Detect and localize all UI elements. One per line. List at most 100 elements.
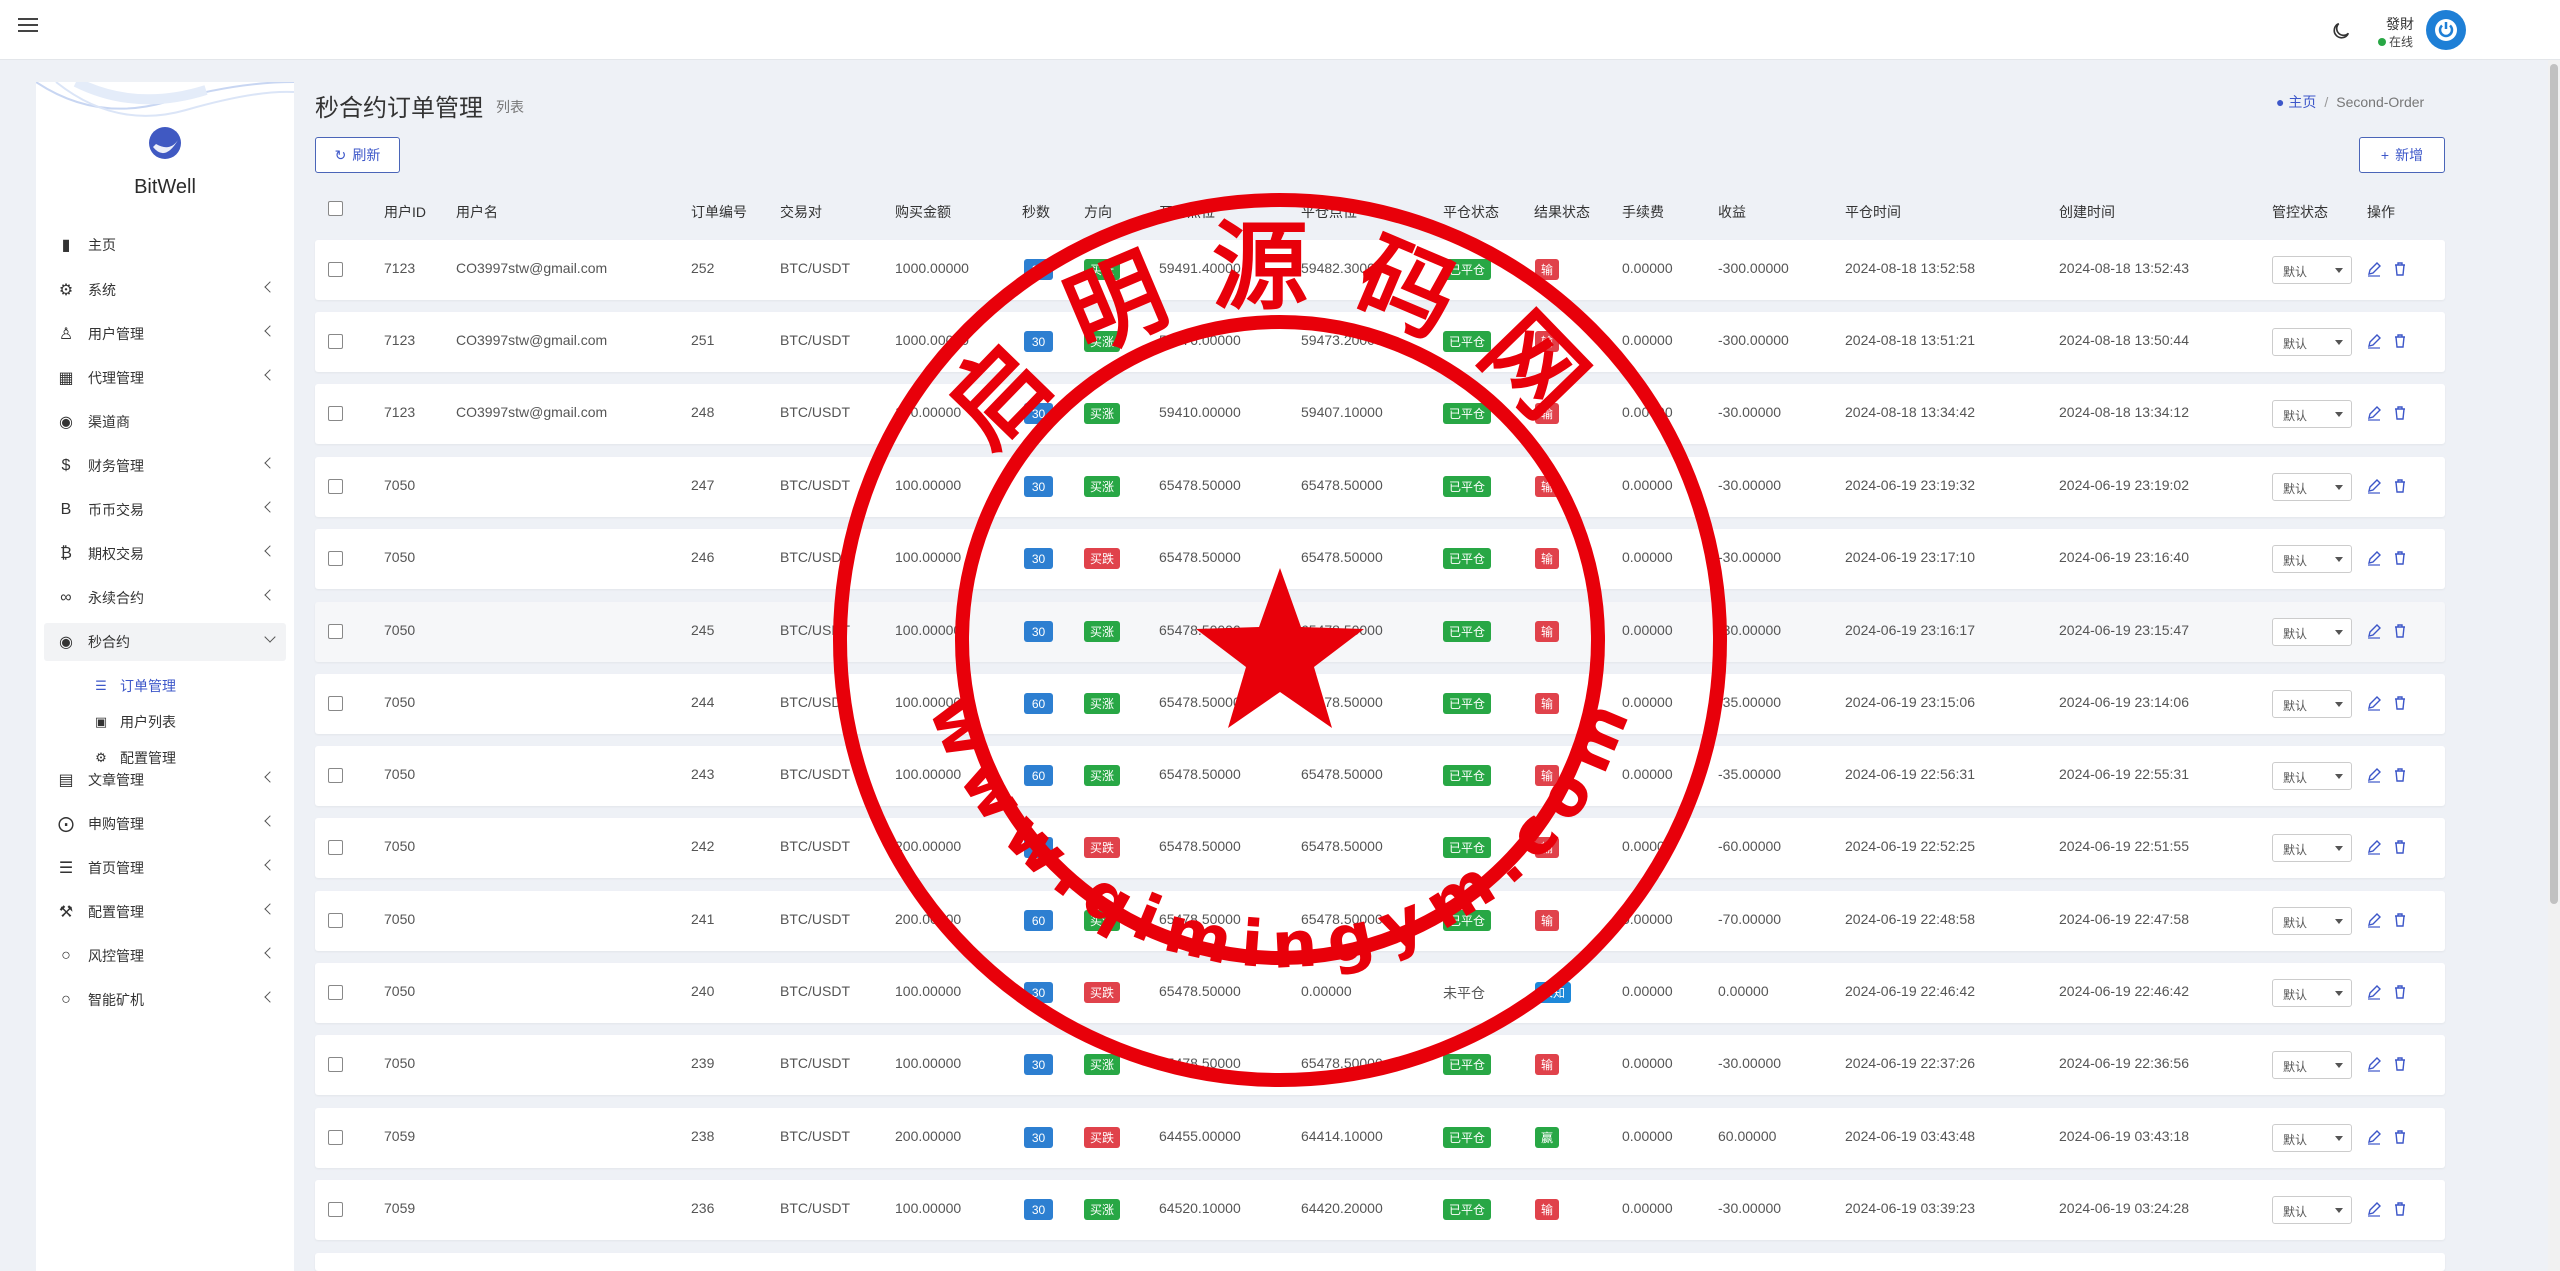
sidebar-item-11[interactable]: ⨀ 申购管理 <box>44 805 286 843</box>
row-checkbox[interactable] <box>328 551 343 566</box>
sidebar-item-6[interactable]: B 币币交易 <box>44 491 286 529</box>
breadcrumb-home[interactable]: ● 主页 <box>2276 94 2316 110</box>
delete-trash-icon[interactable] <box>2392 261 2408 277</box>
row-checkbox[interactable] <box>328 479 343 494</box>
table-row[interactable]: 7050 246 BTC/USDT 100.00000 65478.50000 65478… <box>315 529 2445 589</box>
sidebar-item-14[interactable]: ○ 风控管理 <box>44 937 286 975</box>
table-row[interactable]: 7050 247 BTC/USDT 100.00000 65478.50000 65478… <box>315 457 2445 517</box>
edit-icon[interactable] <box>2366 1201 2382 1217</box>
sidebar-subitem-0[interactable]: ☰ 订单管理 <box>92 670 176 702</box>
table-row[interactable]: 7050 245 BTC/USDT 100.00000 65478.50000 65478… <box>315 602 2445 662</box>
column-header[interactable]: 平仓时间 <box>1845 202 1901 222</box>
sidebar-item-0[interactable]: ▮ 主页 <box>44 226 286 264</box>
row-checkbox[interactable] <box>328 1130 343 1145</box>
control-status-select[interactable]: 默认 <box>2272 690 2352 718</box>
edit-icon[interactable] <box>2366 695 2382 711</box>
sidebar-item-5[interactable]: $ 财务管理 <box>44 447 286 485</box>
control-status-select[interactable]: 默认 <box>2272 979 2352 1007</box>
delete-trash-icon[interactable] <box>2392 839 2408 855</box>
table-row[interactable]: 7050 240 BTC/USDT 100.00000 65478.50000 0.000… <box>315 963 2445 1023</box>
table-row[interactable]: 7050 242 BTC/USDT 200.00000 65478.50000 65478… <box>315 818 2445 878</box>
edit-icon[interactable] <box>2366 405 2382 421</box>
sidebar-item-4[interactable]: ◉ 渠道商 <box>44 403 286 441</box>
delete-trash-icon[interactable] <box>2392 333 2408 349</box>
sidebar-subitem-1[interactable]: ▣ 用户列表 <box>92 706 176 738</box>
delete-trash-icon[interactable] <box>2392 984 2408 1000</box>
sidebar-item-7[interactable]: ₿ 期权交易 <box>44 535 286 573</box>
column-header[interactable]: 创建时间 <box>2059 202 2115 222</box>
table-row[interactable]: 7050 243 BTC/USDT 100.00000 65478.50000 65478… <box>315 746 2445 806</box>
sidebar-item-3[interactable]: ▦ 代理管理 <box>44 359 286 397</box>
row-checkbox[interactable] <box>328 985 343 1000</box>
delete-trash-icon[interactable] <box>2392 1201 2408 1217</box>
sidebar-item-2[interactable]: ♙ 用户管理 <box>44 315 286 353</box>
edit-icon[interactable] <box>2366 623 2382 639</box>
row-checkbox[interactable] <box>328 696 343 711</box>
delete-trash-icon[interactable] <box>2392 405 2408 421</box>
menu-toggle-icon[interactable] <box>18 18 38 34</box>
table-row[interactable]: 7123 CO3997stw@gmail.com 248 BTC/USDT 100.00… <box>315 384 2445 444</box>
control-status-select[interactable]: 默认 <box>2272 1196 2352 1224</box>
edit-icon[interactable] <box>2366 550 2382 566</box>
select-all-checkbox[interactable] <box>328 201 343 216</box>
row-checkbox[interactable] <box>328 768 343 783</box>
row-checkbox[interactable] <box>328 840 343 855</box>
row-checkbox[interactable] <box>328 913 343 928</box>
edit-icon[interactable] <box>2366 1056 2382 1072</box>
delete-trash-icon[interactable] <box>2392 695 2408 711</box>
scrollbar-thumb[interactable] <box>2550 64 2558 904</box>
delete-trash-icon[interactable] <box>2392 478 2408 494</box>
table-row[interactable]: 7123 CO3997stw@gmail.com 251 BTC/USDT 1000.0… <box>315 312 2445 372</box>
column-header[interactable]: 结果状态 <box>1534 202 1590 222</box>
table-row[interactable]: 7123 CO3997stw@gmail.com 252 BTC/USDT 1000.0… <box>315 240 2445 300</box>
edit-icon[interactable] <box>2366 478 2382 494</box>
control-status-select[interactable]: 默认 <box>2272 618 2352 646</box>
control-status-select[interactable]: 默认 <box>2272 545 2352 573</box>
sidebar-item-8[interactable]: ∞ 永续合约 <box>44 579 286 617</box>
page-scrollbar[interactable] <box>2548 60 2560 1271</box>
delete-trash-icon[interactable] <box>2392 623 2408 639</box>
control-status-select[interactable]: 默认 <box>2272 834 2352 862</box>
column-header[interactable]: 用户ID <box>384 202 426 222</box>
column-header[interactable]: 购买金额 <box>895 202 951 222</box>
delete-trash-icon[interactable] <box>2392 912 2408 928</box>
edit-icon[interactable] <box>2366 912 2382 928</box>
delete-trash-icon[interactable] <box>2392 1129 2408 1145</box>
control-status-select[interactable]: 默认 <box>2272 1124 2352 1152</box>
delete-trash-icon[interactable] <box>2392 767 2408 783</box>
delete-trash-icon[interactable] <box>2392 550 2408 566</box>
row-checkbox[interactable] <box>328 624 343 639</box>
control-status-select[interactable]: 默认 <box>2272 907 2352 935</box>
column-header[interactable]: 交易对 <box>780 202 822 222</box>
control-status-select[interactable]: 默认 <box>2272 400 2352 428</box>
add-button[interactable]: + 新增 <box>2359 137 2445 173</box>
column-header[interactable]: 用户名 <box>456 202 498 222</box>
edit-icon[interactable] <box>2366 984 2382 1000</box>
column-header[interactable]: 平仓状态 <box>1443 202 1499 222</box>
column-header[interactable]: 订单编号 <box>691 202 747 222</box>
sidebar-item-12[interactable]: ☰ 首页管理 <box>44 849 286 887</box>
table-row[interactable]: 7050 244 BTC/USDT 100.00000 65478.50000 65478… <box>315 674 2445 734</box>
edit-icon[interactable] <box>2366 767 2382 783</box>
column-header[interactable]: 收益 <box>1718 202 1746 222</box>
sidebar-item-9[interactable]: ◉ 秒合约 <box>44 623 286 661</box>
sidebar-subitem-2[interactable]: ⚙ 配置管理 <box>92 742 176 774</box>
control-status-select[interactable]: 默认 <box>2272 473 2352 501</box>
row-checkbox[interactable] <box>328 1202 343 1217</box>
edit-icon[interactable] <box>2366 333 2382 349</box>
control-status-select[interactable]: 默认 <box>2272 762 2352 790</box>
column-header[interactable]: 操作 <box>2367 202 2395 222</box>
table-row[interactable]: 7059 236 BTC/USDT 100.00000 64520.10000 64420… <box>315 1180 2445 1240</box>
edit-icon[interactable] <box>2366 839 2382 855</box>
dark-mode-moon-icon[interactable] <box>2330 20 2352 42</box>
column-header[interactable]: 秒数 <box>1022 202 1050 222</box>
sidebar-item-15[interactable]: ○ 智能矿机 <box>44 981 286 1019</box>
refresh-button[interactable]: ↻ 刷新 <box>315 137 400 173</box>
table-row[interactable]: 7050 241 BTC/USDT 200.00000 65478.50000 65478… <box>315 891 2445 951</box>
row-checkbox[interactable] <box>328 406 343 421</box>
delete-trash-icon[interactable] <box>2392 1056 2408 1072</box>
edit-icon[interactable] <box>2366 261 2382 277</box>
table-row[interactable]: 7059 238 BTC/USDT 200.00000 64455.00000 64414… <box>315 1108 2445 1168</box>
control-status-select[interactable]: 默认 <box>2272 256 2352 284</box>
edit-icon[interactable] <box>2366 1129 2382 1145</box>
